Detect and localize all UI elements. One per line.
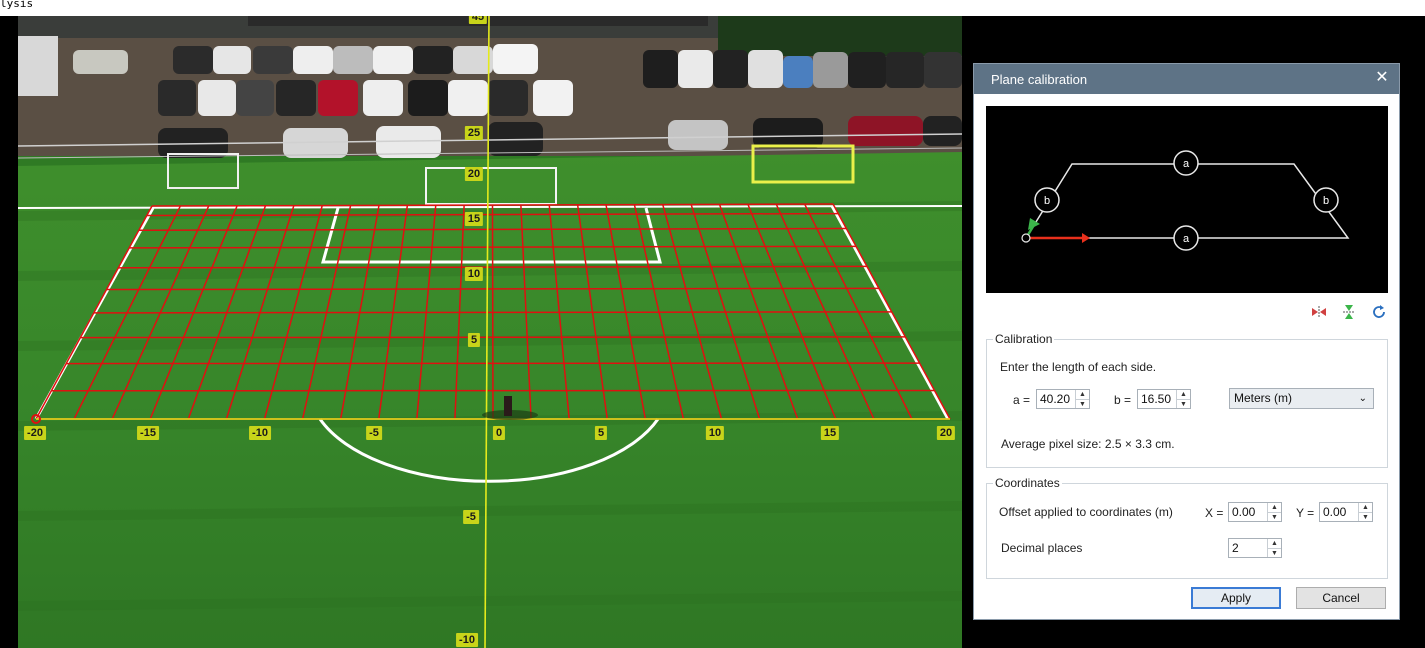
x-axis-label: -20 xyxy=(24,426,46,440)
side-a-label: a = xyxy=(1013,393,1031,407)
y-axis-label: -5 xyxy=(463,510,479,524)
unit-select[interactable]: Meters (m) ⌄ xyxy=(1229,388,1374,409)
spin-up-icon[interactable]: ▲ xyxy=(1076,390,1089,400)
y-axis-label: 20 xyxy=(464,167,484,181)
spin-up-icon[interactable]: ▲ xyxy=(1359,503,1372,513)
spin-up-icon[interactable]: ▲ xyxy=(1268,539,1281,549)
rotate-icon[interactable] xyxy=(1371,304,1387,320)
y-axis-label: 25 xyxy=(464,126,484,140)
plane-preview: a a b b xyxy=(986,106,1388,293)
spin-up-icon[interactable]: ▲ xyxy=(1268,503,1281,513)
preview-side-b-left: b xyxy=(1034,187,1060,213)
grid-line-horizontal xyxy=(80,336,906,339)
x-axis-label: 15 xyxy=(820,426,840,440)
offset-y-label: Y = xyxy=(1296,506,1315,520)
person xyxy=(504,396,512,416)
apply-button[interactable]: Apply xyxy=(1191,587,1281,609)
plane-calibration-dialog: Plane calibration ✕ a a b b Calibration … xyxy=(973,63,1400,620)
dialog-title-bar: Plane calibration ✕ xyxy=(974,64,1399,94)
x-axis-label: 0 xyxy=(492,426,506,440)
preview-side-b-right: b xyxy=(1313,187,1339,213)
calibration-instruction: Enter the length of each side. xyxy=(1000,360,1157,374)
offset-y-input[interactable]: 0.00 ▲ ▼ xyxy=(1319,502,1373,522)
grid-line-horizontal xyxy=(93,311,892,314)
cancel-button[interactable]: Cancel xyxy=(1296,587,1386,609)
window-title: lysis xyxy=(0,0,34,10)
flip-vertical-icon[interactable] xyxy=(1341,304,1357,320)
x-axis-label: 5 xyxy=(594,426,608,440)
svg-text:b: b xyxy=(1323,195,1329,207)
side-b-label: b = xyxy=(1114,393,1132,407)
decimal-places-label: Decimal places xyxy=(1001,541,1083,555)
svg-text:b: b xyxy=(1044,195,1050,207)
app-root: lysis -20 -15 -10 -5 0 5 10 15 20 5 10 1… xyxy=(0,0,1425,648)
spin-down-icon[interactable]: ▼ xyxy=(1359,513,1372,522)
video-frame[interactable]: -20 -15 -10 -5 0 5 10 15 20 5 10 15 20 25 45 -5 -10 xyxy=(18,16,962,648)
side-a-input[interactable]: 40.20 ▲ ▼ xyxy=(1036,389,1090,409)
spin-down-icon[interactable]: ▼ xyxy=(1076,400,1089,409)
chevron-down-icon: ⌄ xyxy=(1358,393,1367,404)
close-icon[interactable]: ✕ xyxy=(1373,69,1391,87)
y-axis-label: 10 xyxy=(464,267,484,281)
x-axis-label: -5 xyxy=(366,426,382,440)
window-title-strip: lysis xyxy=(0,0,1425,16)
x-axis-label: 20 xyxy=(936,426,956,440)
x-axis-label: 10 xyxy=(705,426,725,440)
side-b-input[interactable]: 16.50 ▲ ▼ xyxy=(1137,389,1191,409)
field-scene xyxy=(18,16,962,648)
svg-text:a: a xyxy=(1183,233,1190,245)
y-axis-label: 15 xyxy=(464,212,484,226)
preview-side-a-top: a xyxy=(1173,150,1199,176)
grass-field xyxy=(18,152,962,648)
spin-down-icon[interactable]: ▼ xyxy=(1268,513,1281,522)
flip-horizontal-icon[interactable] xyxy=(1311,304,1327,320)
spin-up-icon[interactable]: ▲ xyxy=(1177,390,1190,400)
coordinates-legend: Coordinates xyxy=(995,476,1060,490)
decimal-places-input[interactable]: 2 ▲ ▼ xyxy=(1228,538,1282,558)
x-axis-label: -10 xyxy=(249,426,271,440)
average-pixel-size: Average pixel size: 2.5 × 3.3 cm. xyxy=(1001,437,1175,451)
spin-down-icon[interactable]: ▼ xyxy=(1268,549,1281,558)
preview-side-a-bottom: a xyxy=(1173,225,1199,251)
svg-text:a: a xyxy=(1183,158,1190,170)
offset-x-input[interactable]: 0.00 ▲ ▼ xyxy=(1228,502,1282,522)
spin-down-icon[interactable]: ▼ xyxy=(1177,400,1190,409)
offset-label: Offset applied to coordinates (m) xyxy=(999,505,1173,519)
dialog-title: Plane calibration xyxy=(991,71,1088,87)
y-axis-label: 45 xyxy=(468,16,488,24)
grid-line-horizontal xyxy=(66,362,920,365)
offset-x-label: X = xyxy=(1205,506,1224,520)
x-axis-label: -15 xyxy=(137,426,159,440)
preview-toolbar xyxy=(1311,304,1387,320)
coordinates-group: Coordinates xyxy=(986,476,1388,579)
y-axis-label: 5 xyxy=(467,333,481,347)
calibration-legend: Calibration xyxy=(995,332,1053,346)
y-axis-label: -10 xyxy=(456,633,478,647)
